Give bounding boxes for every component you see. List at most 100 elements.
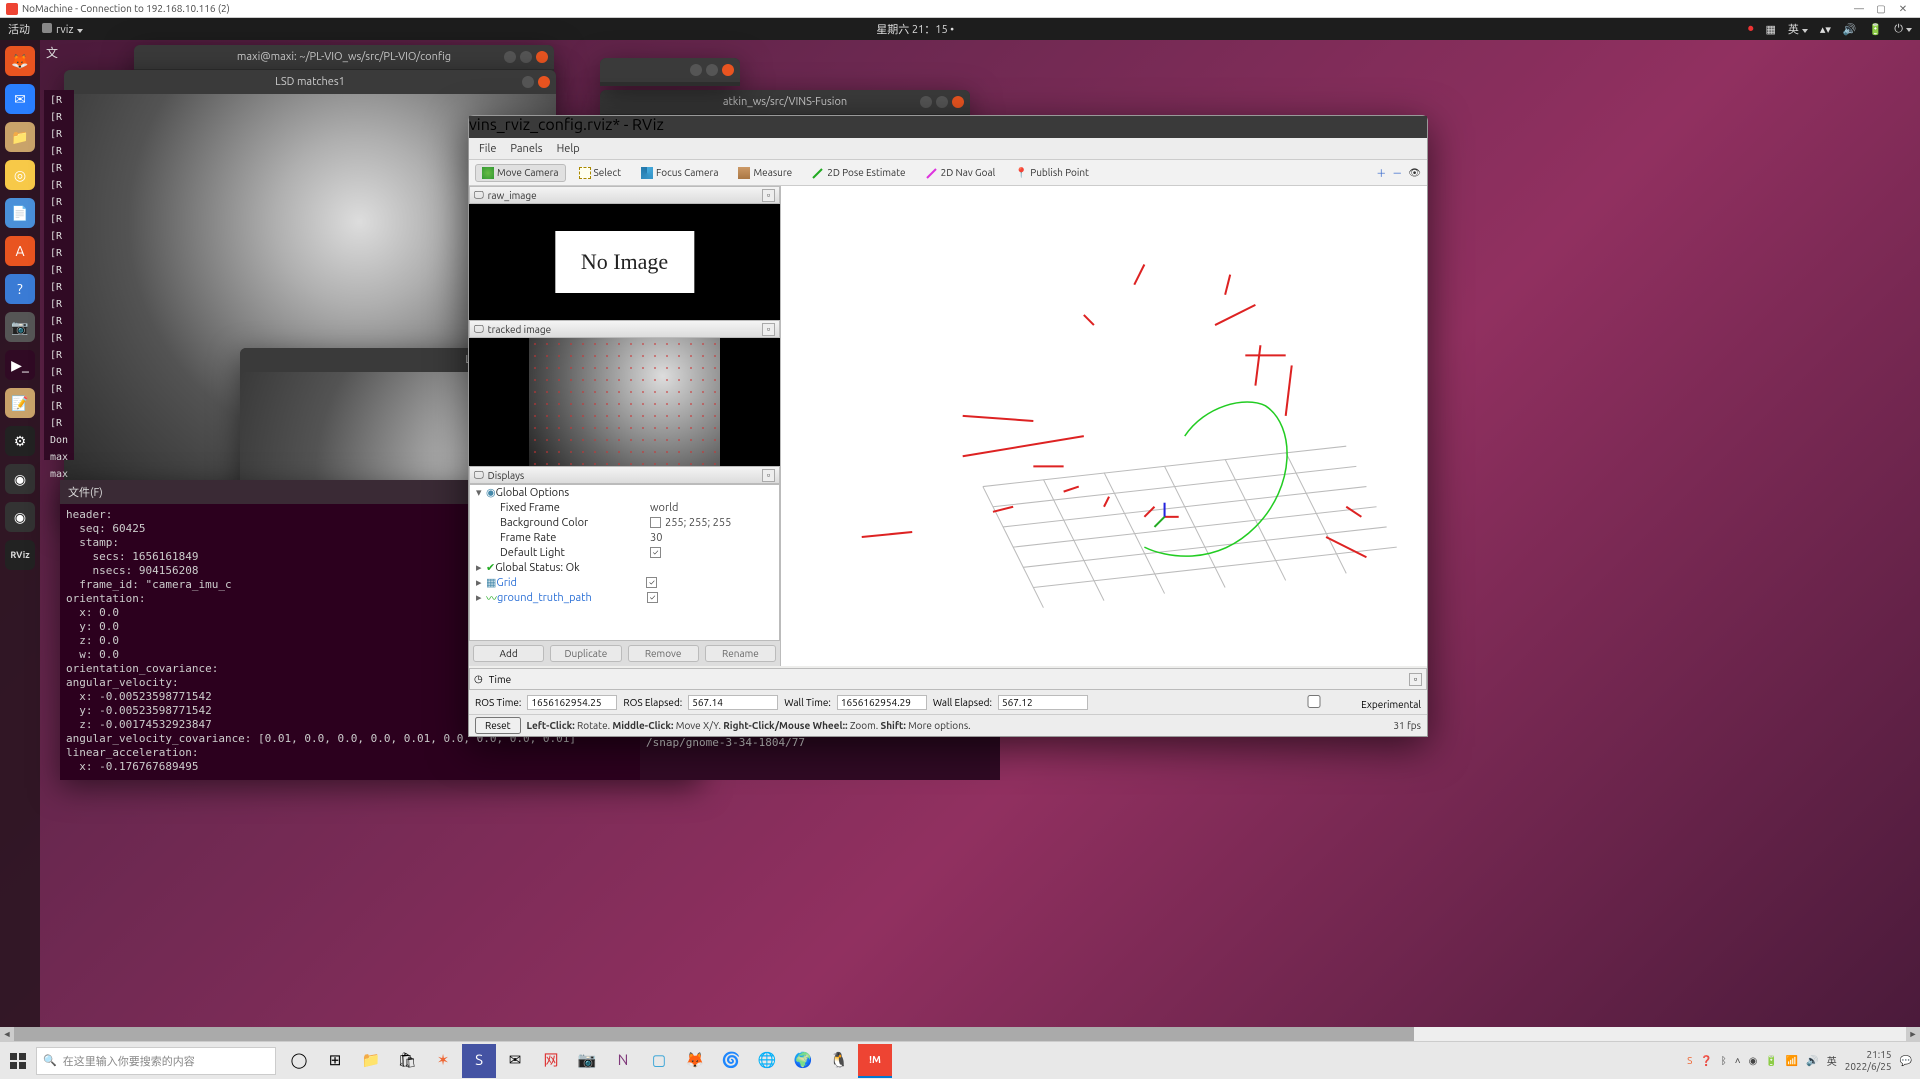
close-icon[interactable]: [536, 51, 548, 63]
tray-expand-icon[interactable]: ˄: [1735, 1055, 1741, 1067]
maximize-icon[interactable]: [936, 96, 948, 108]
battery-icon[interactable]: 🔋: [1869, 23, 1883, 36]
maximize-icon[interactable]: [706, 64, 718, 76]
app-icon[interactable]: ▢: [642, 1044, 676, 1078]
app-icon[interactable]: 🌀: [714, 1044, 748, 1078]
volume-icon[interactable]: 🔊: [1843, 23, 1857, 36]
time-panel-header[interactable]: ◷ Time ▫: [469, 668, 1427, 690]
minus-icon[interactable]: －: [1392, 165, 1402, 180]
minimize-icon[interactable]: [920, 96, 932, 108]
wifi-icon[interactable]: 📶: [1786, 1055, 1798, 1067]
ground-truth-path-item[interactable]: ground_truth_path: [497, 592, 647, 604]
qq-icon[interactable]: 🐧: [822, 1044, 856, 1078]
mail-icon[interactable]: ✉: [498, 1044, 532, 1078]
close-icon[interactable]: [952, 96, 964, 108]
publish-point-button[interactable]: 📍Publish Point: [1008, 164, 1096, 182]
plus-icon[interactable]: ＋: [1376, 165, 1386, 180]
task-view-icon[interactable]: ⊞: [318, 1044, 352, 1078]
language-indicator[interactable]: 英: [1788, 21, 1808, 37]
global-options-item[interactable]: Global Options: [496, 487, 646, 499]
app-icon[interactable]: 网: [534, 1044, 568, 1078]
app-icon[interactable]: ✶: [426, 1044, 460, 1078]
close-panel-icon[interactable]: ▫: [762, 323, 775, 336]
ros-time-input[interactable]: [527, 695, 617, 710]
vins-fusion-window[interactable]: atkin_ws/src/VINS-Fusion: [600, 90, 970, 118]
taskbar-clock[interactable]: 21:15 2022/6/25: [1845, 1049, 1892, 1073]
displays-tree[interactable]: ▾◉ Global Options Fixed Frameworld Backg…: [469, 484, 780, 641]
rviz-window[interactable]: vins_rviz_config.rviz* - RViz File Panel…: [468, 115, 1428, 737]
pose-estimate-button[interactable]: 2D Pose Estimate: [805, 164, 912, 182]
clock-label[interactable]: 星期六 21：15 •: [83, 21, 1748, 37]
network-icon[interactable]: ▴▾: [1820, 23, 1831, 36]
close-panel-icon[interactable]: ▫: [762, 189, 775, 202]
tray-icon[interactable]: ❓: [1700, 1055, 1712, 1067]
grid-checkbox[interactable]: ✓: [646, 577, 657, 588]
cortana-icon[interactable]: ◯: [282, 1044, 316, 1078]
remove-button[interactable]: Remove: [628, 645, 699, 662]
close-button[interactable]: ✕: [1892, 3, 1914, 15]
settings-icon[interactable]: ⚙: [5, 426, 35, 456]
scroll-left-icon[interactable]: ◄: [0, 1027, 14, 1041]
select-button[interactable]: Select: [572, 164, 628, 182]
nomachine-taskbar-icon[interactable]: !M: [858, 1044, 892, 1078]
firefox-icon[interactable]: 🦊: [5, 46, 35, 76]
add-button[interactable]: Add: [473, 645, 544, 662]
start-button[interactable]: [0, 1043, 36, 1079]
bg-color-value[interactable]: 255; 255; 255: [665, 517, 731, 529]
taskbar-search[interactable]: 🔍 在这里输入你要搜索的内容: [36, 1047, 276, 1075]
terminal-icon[interactable]: ▶_: [5, 350, 35, 380]
ime-icon[interactable]: 英: [1827, 1053, 1837, 1068]
bluetooth-icon[interactable]: ᛒ: [1721, 1055, 1727, 1066]
unknown-window[interactable]: [600, 58, 740, 86]
remote-horizontal-scrollbar[interactable]: ◄ ►: [0, 1027, 1920, 1041]
tracked-image-panel-header[interactable]: 🖵 tracked image ▫: [469, 320, 780, 338]
rviz-titlebar[interactable]: vins_rviz_config.rviz* - RViz: [469, 116, 1427, 138]
store-icon[interactable]: 🛍: [390, 1044, 424, 1078]
rename-button[interactable]: Rename: [705, 645, 776, 662]
screenshot-icon[interactable]: 📷: [5, 312, 35, 342]
firefox-icon[interactable]: 🦊: [678, 1044, 712, 1078]
camera-icon[interactable]: 📷: [570, 1044, 604, 1078]
nav-goal-button[interactable]: 2D Nav Goal: [919, 164, 1003, 182]
calendar-icon[interactable]: ▦: [1765, 23, 1775, 36]
disk-icon-2[interactable]: ◉: [5, 502, 35, 532]
menu-panels[interactable]: Panels: [510, 143, 542, 155]
grid-item[interactable]: Grid: [496, 577, 646, 589]
explorer-icon[interactable]: 📁: [354, 1044, 388, 1078]
displays-panel-header[interactable]: 🖵 Displays ▫: [469, 466, 780, 484]
minimize-icon[interactable]: [522, 76, 534, 88]
experimental-checkbox[interactable]: Experimental: [1269, 695, 1421, 710]
rhythmbox-icon[interactable]: ◎: [5, 160, 35, 190]
measure-button[interactable]: Measure: [731, 164, 799, 182]
scrollbar-thumb[interactable]: [14, 1027, 1414, 1041]
rviz-3d-view[interactable]: [781, 186, 1427, 666]
libreoffice-writer-icon[interactable]: 📄: [5, 198, 35, 228]
close-panel-icon[interactable]: ▫: [762, 469, 775, 482]
close-icon[interactable]: [722, 64, 734, 76]
minimize-button[interactable]: —: [1848, 3, 1870, 14]
view-icon[interactable]: 👁: [1408, 167, 1421, 179]
bg-color-swatch[interactable]: [650, 517, 661, 528]
location-icon[interactable]: ◉: [1749, 1055, 1758, 1067]
maximize-icon[interactable]: [520, 51, 532, 63]
text-editor-icon[interactable]: 📝: [5, 388, 35, 418]
raw-image-panel-header[interactable]: 🖵 raw_image ▫: [469, 186, 780, 204]
global-status-item[interactable]: Global Status: Ok: [495, 562, 645, 574]
help-icon[interactable]: ?: [5, 274, 35, 304]
power-icon[interactable]: ⏻: [1894, 23, 1912, 36]
files-icon[interactable]: 📁: [5, 122, 35, 152]
rviz-icon[interactable]: RViz: [5, 540, 35, 570]
minimize-icon[interactable]: [690, 64, 702, 76]
ros-elapsed-input[interactable]: [688, 695, 778, 710]
gtpath-checkbox[interactable]: ✓: [647, 592, 658, 603]
close-icon[interactable]: [538, 76, 550, 88]
software-icon[interactable]: A: [5, 236, 35, 266]
edge-icon[interactable]: 🌐: [750, 1044, 784, 1078]
notifications-icon[interactable]: 💬: [1900, 1055, 1912, 1067]
app-icon[interactable]: S: [462, 1044, 496, 1078]
minimize-icon[interactable]: [504, 51, 516, 63]
menu-help[interactable]: Help: [557, 143, 580, 155]
wall-elapsed-input[interactable]: [998, 695, 1088, 710]
battery-icon[interactable]: 🔋: [1765, 1055, 1777, 1067]
browser-icon[interactable]: 🌍: [786, 1044, 820, 1078]
